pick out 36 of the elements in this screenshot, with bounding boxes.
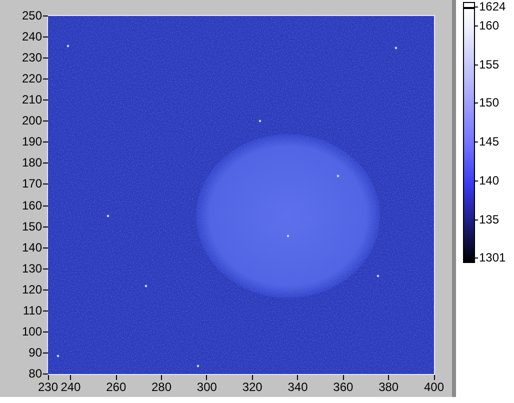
x-axis-label: 280 xyxy=(152,381,172,394)
x-axis-label: 240 xyxy=(60,381,81,394)
y-axis-label: 200 xyxy=(22,114,42,128)
x-axis-label: 340 xyxy=(288,381,308,394)
y-axis-label: 100 xyxy=(22,325,42,338)
y-axis-label: 210 xyxy=(22,94,42,107)
y-axis-label: 170 xyxy=(22,178,42,191)
y-axis-label: 230 xyxy=(22,52,42,65)
x-axis-label: 260 xyxy=(106,381,126,394)
y-axis-label: 110 xyxy=(22,304,42,318)
color-scale-label: 160 xyxy=(479,19,500,32)
y-axis-label: 220 xyxy=(22,72,42,86)
y-axis-label: 80 xyxy=(28,368,42,380)
color-scale-label: 145 xyxy=(479,136,500,149)
y-axis-label: 240 xyxy=(22,30,42,44)
y-axis-label: 140 xyxy=(22,241,42,254)
x-axis-label: 360 xyxy=(333,381,354,394)
x-axis-label: 320 xyxy=(242,381,262,394)
x-axis-label: 300 xyxy=(196,381,217,394)
y-axis-label: 190 xyxy=(22,136,42,149)
y-axis-label: 250 xyxy=(22,10,42,22)
y-axis-label: 180 xyxy=(22,156,42,170)
y-axis-label: 150 xyxy=(22,220,42,234)
color-scale-label: 140 xyxy=(479,174,500,188)
color-scale-label: 1624 xyxy=(479,0,506,14)
x-axis-label: 230 xyxy=(38,381,58,394)
color-scale-label: 1301 xyxy=(479,252,506,264)
y-axis-label: 120 xyxy=(22,283,42,296)
x-axis-label: 380 xyxy=(378,381,399,394)
y-axis-label: 90 xyxy=(28,346,42,360)
color-scale-label: 135 xyxy=(479,213,500,226)
y-axis-label: 160 xyxy=(22,199,42,212)
x-axis-label: 400 xyxy=(424,381,444,394)
color-scale-label: 155 xyxy=(479,58,500,71)
y-axis-label: 130 xyxy=(22,262,42,276)
color-scale-label: 150 xyxy=(479,96,500,110)
